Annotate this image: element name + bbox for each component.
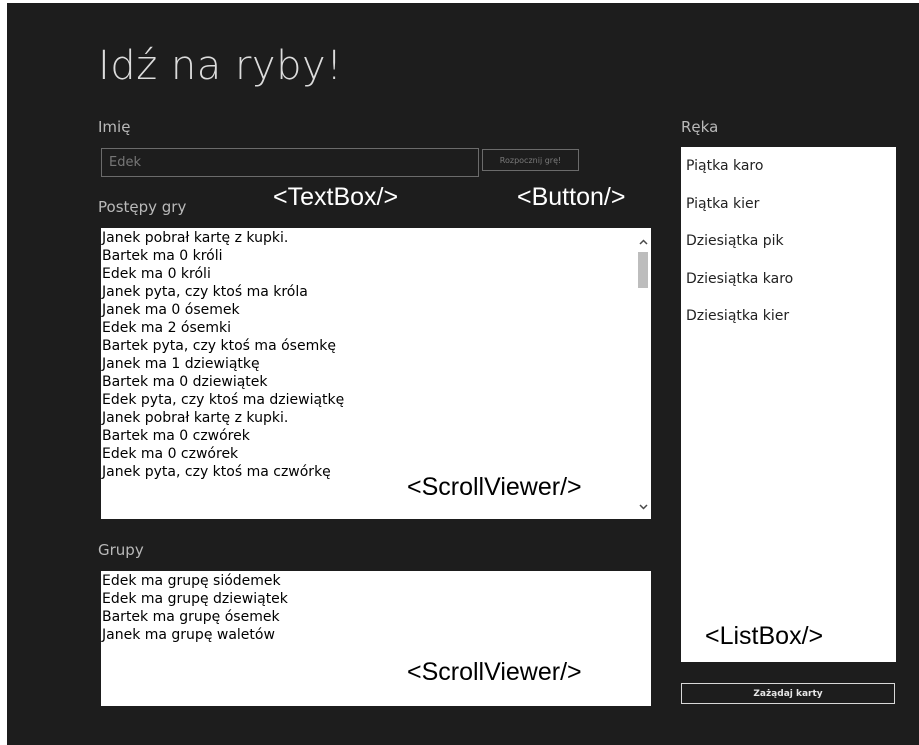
vertical-scrollbar[interactable]	[635, 228, 651, 519]
chevron-down-icon[interactable]	[635, 499, 651, 515]
progress-log-line: Bartek ma 0 czwórek	[102, 428, 250, 444]
hand-card-item[interactable]: Dziesiątka kier	[686, 308, 789, 324]
group-line: Bartek ma grupę ósemek	[102, 609, 280, 625]
progress-log-line: Bartek ma 0 dziewiątek	[102, 374, 268, 390]
progress-log-line: Janek ma 1 dziewiątkę	[102, 356, 260, 372]
chevron-up-icon[interactable]	[635, 234, 651, 250]
hand-card-item[interactable]: Piątka kier	[686, 196, 759, 212]
button-annotation: <Button/>	[517, 183, 626, 211]
progress-lines: Janek pobrał kartę z kupki. Bartek ma 0 k…	[101, 228, 344, 481]
groups-label: Grupy	[98, 541, 144, 559]
group-line: Edek ma grupę siódemek	[102, 573, 281, 589]
groups-scrollviewer-annotation: <ScrollViewer/>	[407, 658, 582, 686]
hand-listbox[interactable]: <ListBox/> Piątka karo Piątka kier Dziesią…	[681, 147, 896, 662]
group-line: Janek ma grupę waletów	[102, 627, 275, 643]
progress-log-line: Bartek ma 0 króli	[102, 248, 223, 264]
hand-card-item[interactable]: Dziesiątka pik	[686, 233, 784, 249]
hand-card-item[interactable]: Dziesiątka karo	[686, 271, 793, 287]
app-window: Idź na ryby! Imię Rozpocznij grę! <TextB…	[7, 3, 919, 745]
progress-log-line: Janek pyta, czy ktoś ma króla	[102, 284, 308, 300]
group-line: Edek ma grupę dziewiątek	[102, 591, 288, 607]
name-label: Imię	[98, 118, 131, 136]
name-input[interactable]	[101, 148, 479, 177]
scroll-thumb[interactable]	[638, 252, 648, 288]
progress-log-line: Janek ma 0 ósemek	[102, 302, 240, 318]
progress-scrollviewer-annotation: <ScrollViewer/>	[407, 473, 582, 501]
progress-log-line: Bartek pyta, czy ktoś ma ósemkę	[102, 338, 336, 354]
request-card-button[interactable]: Zażądaj karty	[681, 683, 895, 704]
hand-label: Ręka	[681, 118, 719, 136]
start-game-button[interactable]: Rozpocznij grę!	[482, 149, 579, 171]
progress-log-line: Janek pyta, czy ktoś ma czwórkę	[102, 464, 331, 480]
app-title: Idź na ryby!	[98, 43, 343, 89]
textbox-annotation: <TextBox/>	[273, 183, 399, 211]
listbox-annotation: <ListBox/>	[705, 622, 824, 650]
groups-lines: Edek ma grupę siódemek Edek ma grupę dzie…	[101, 571, 288, 644]
progress-log-line: Janek pobrał kartę z kupki.	[102, 230, 289, 246]
progress-label: Postępy gry	[98, 198, 187, 216]
progress-log-line: Janek pobrał kartę z kupki.	[102, 410, 289, 426]
hand-card-item[interactable]: Piątka karo	[686, 158, 763, 174]
progress-log-line: Edek ma 0 króli	[102, 266, 211, 282]
progress-log-line: Edek ma 2 ósemki	[102, 320, 232, 336]
progress-log-line: Edek pyta, czy ktoś ma dziewiątkę	[102, 392, 345, 408]
progress-log-line: Edek ma 0 czwórek	[102, 446, 239, 462]
